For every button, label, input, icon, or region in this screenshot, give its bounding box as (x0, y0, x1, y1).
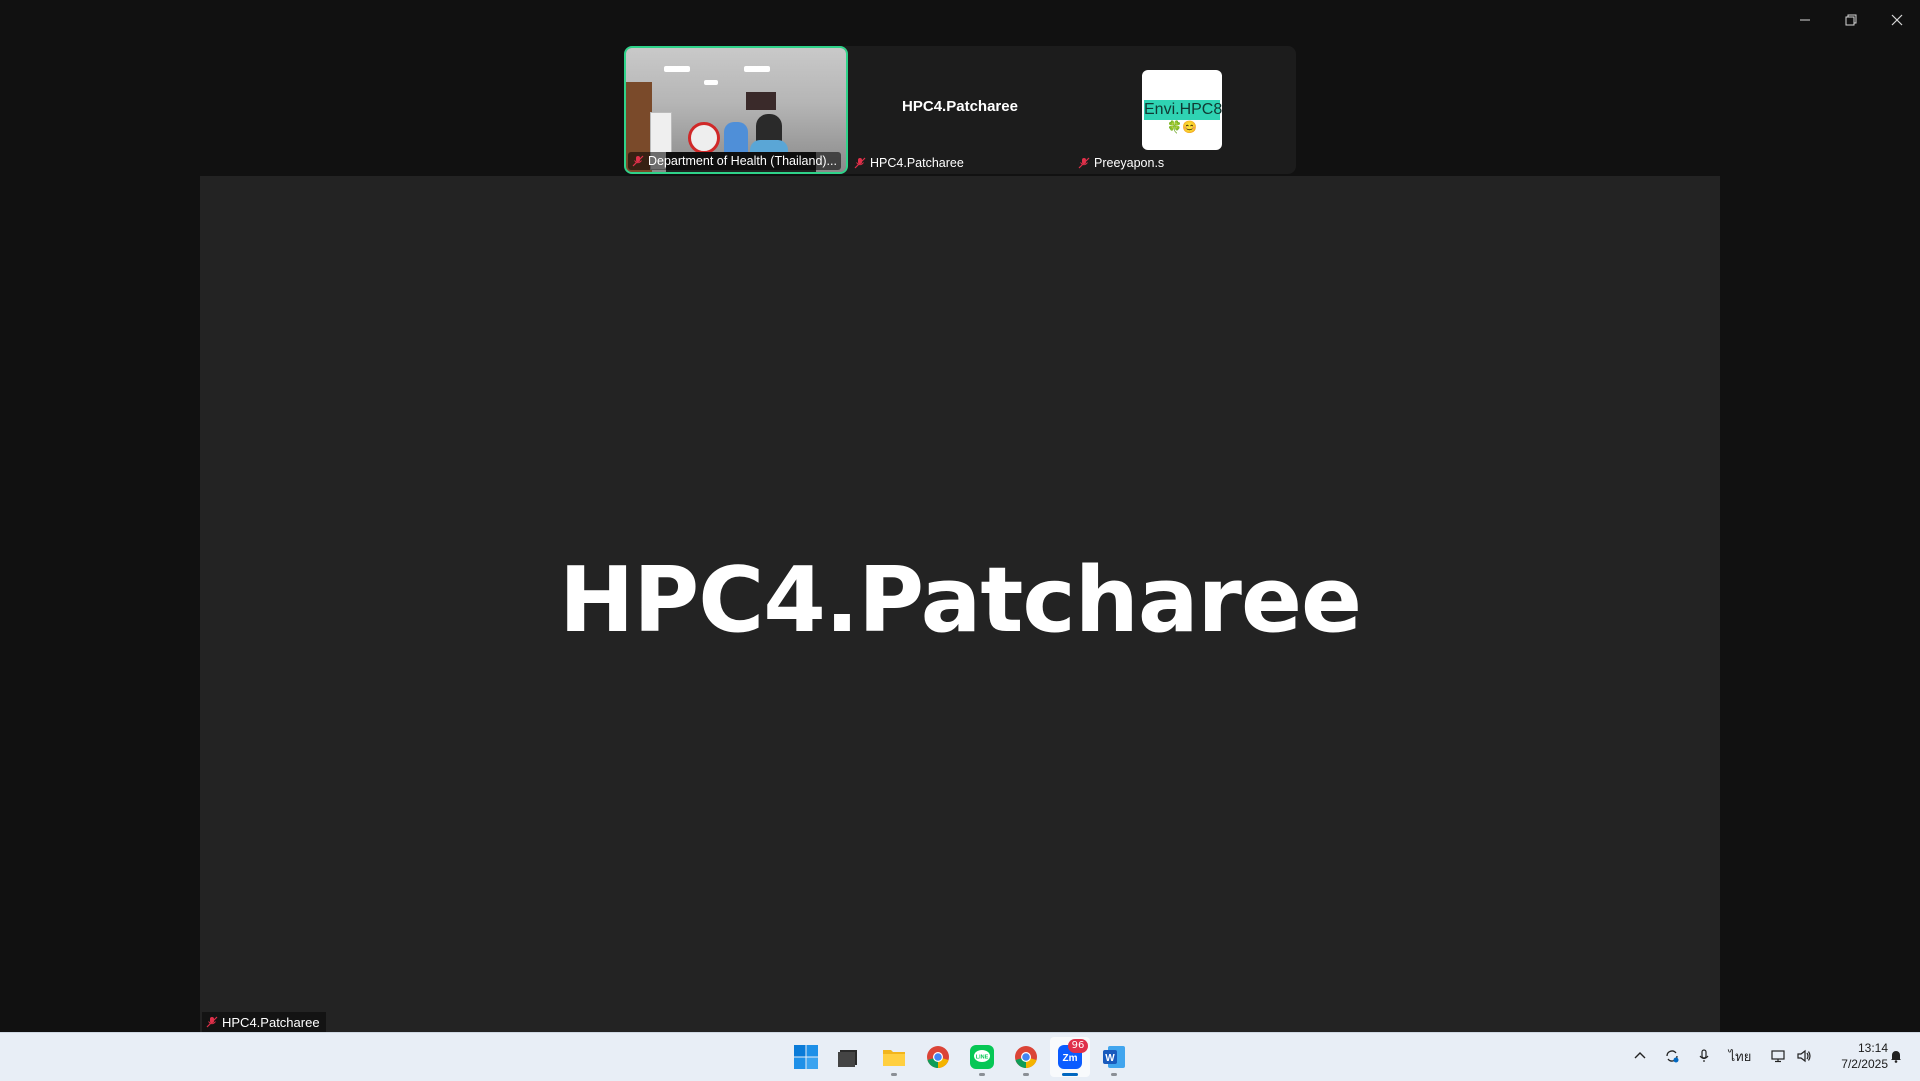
notification-bell-icon (1891, 1051, 1901, 1063)
close-button[interactable] (1874, 0, 1920, 40)
chrome-profile-button[interactable] (1006, 1037, 1046, 1077)
running-indicator (1023, 1073, 1029, 1076)
participant-display-name: HPC4.Patcharee (902, 98, 1018, 115)
participant-tile-name-only[interactable]: HPC4.Patcharee HPC4.Patcharee (848, 46, 1072, 174)
task-view-icon (838, 1050, 857, 1067)
minimize-icon (1800, 19, 1810, 21)
muted-mic-icon (854, 157, 866, 169)
show-hidden-icons-button[interactable] (1624, 1040, 1656, 1072)
muted-mic-icon (632, 155, 644, 167)
chevron-up-icon (1634, 1052, 1646, 1059)
active-indicator (1062, 1073, 1078, 1076)
task-view-button[interactable] (828, 1037, 868, 1077)
notification-badge: 96 (1068, 1039, 1088, 1053)
running-indicator (1111, 1073, 1117, 1076)
zoom-button[interactable]: Zm 96 (1050, 1037, 1090, 1077)
muted-mic-icon (1078, 157, 1090, 169)
line-icon: LINE (970, 1045, 994, 1069)
svg-text:Zm: Zm (1063, 1053, 1078, 1064)
active-speaker-name: HPC4.Patcharee (558, 548, 1362, 653)
muted-mic-icon (206, 1016, 218, 1028)
notifications-button[interactable] (1880, 1040, 1912, 1072)
input-language-button[interactable]: ไทย (1724, 1040, 1756, 1072)
windows-icon (794, 1045, 818, 1069)
running-indicator (891, 1073, 897, 1076)
participant-strip: Department of Health (Thailand)... HPC4.… (624, 46, 1296, 174)
word-icon: W (1103, 1046, 1125, 1068)
restore-button[interactable] (1828, 0, 1874, 40)
word-button[interactable]: W (1094, 1037, 1134, 1077)
file-explorer-button[interactable] (874, 1037, 914, 1077)
avatar-emoji: 🍀😊 (1167, 120, 1197, 134)
participant-tile-avatar[interactable]: Envi.HPC8 🍀😊 Preeyapon.s (1072, 46, 1296, 174)
svg-text:LINE: LINE (976, 1055, 989, 1061)
clock-date: 7/2/2025 (1841, 1057, 1888, 1071)
clock[interactable]: 13:14 7/2/2025 (1822, 1040, 1888, 1072)
close-icon (1891, 14, 1903, 26)
participant-tile-video[interactable]: Department of Health (Thailand)... (624, 46, 848, 174)
participant-name-label: HPC4.Patcharee (850, 154, 968, 172)
active-speaker-view[interactable]: HPC4.Patcharee HPC4.Patcharee (200, 176, 1720, 1032)
sync-icon (1666, 1050, 1679, 1063)
chrome-button[interactable] (918, 1037, 958, 1077)
sync-tray-button[interactable] (1656, 1040, 1688, 1072)
active-speaker-label: HPC4.Patcharee (202, 1012, 326, 1032)
restore-icon (1845, 14, 1857, 26)
chrome-icon (1015, 1046, 1037, 1068)
network-icon (1771, 1050, 1785, 1063)
clock-time: 13:14 (1857, 1041, 1888, 1055)
chrome-icon (927, 1046, 949, 1068)
avatar-text: Envi.HPC8 (1144, 100, 1222, 120)
running-indicator (979, 1073, 985, 1076)
microphone-icon (1699, 1049, 1709, 1062)
participant-name-label: Department of Health (Thailand)... (628, 152, 841, 170)
speaker-icon (1797, 1049, 1811, 1063)
participant-avatar: Envi.HPC8 🍀😊 (1142, 70, 1222, 150)
start-button[interactable] (786, 1037, 826, 1077)
minimize-button[interactable] (1782, 0, 1828, 40)
microphone-tray-button[interactable] (1688, 1040, 1720, 1072)
folder-icon (883, 1050, 905, 1066)
svg-text:W: W (1105, 1053, 1115, 1064)
volume-tray-button[interactable] (1788, 1040, 1820, 1072)
participant-name-label: Preeyapon.s (1074, 154, 1168, 172)
line-button[interactable]: LINE (962, 1037, 1002, 1077)
